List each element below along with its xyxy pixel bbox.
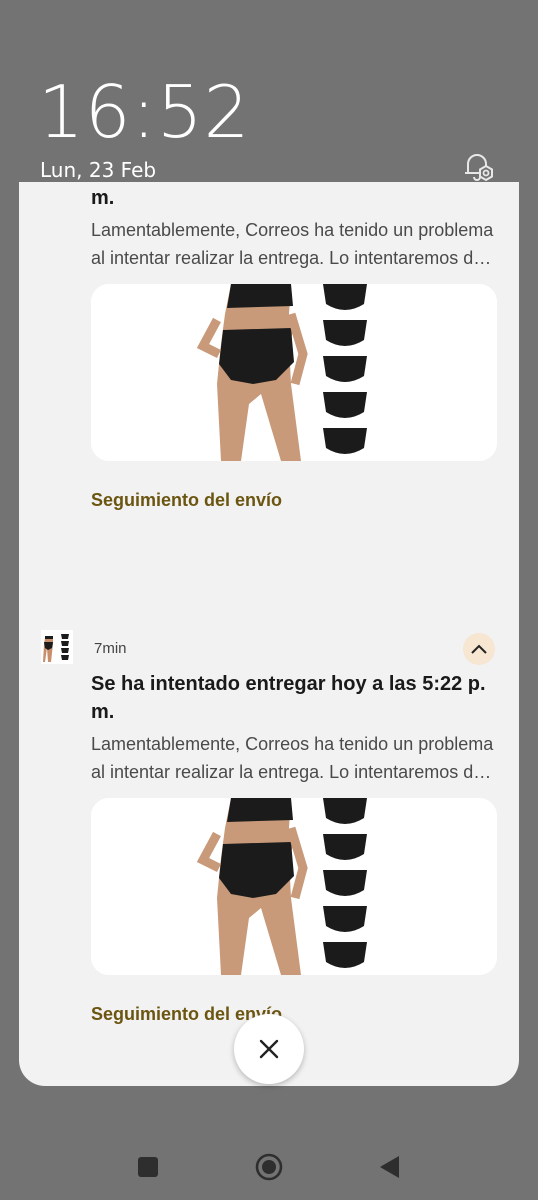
notification-title: Se ha intentado entregar hoy a las 5:22 … <box>91 187 115 209</box>
lockscreen-clock: 16:52 <box>38 70 251 154</box>
square-icon <box>138 1157 158 1177</box>
nav-recents-button[interactable] <box>137 1156 159 1183</box>
notification-body: Lamentablemente, Correos ha tenido un pr… <box>91 734 494 782</box>
triangle-left-icon <box>380 1156 399 1178</box>
close-icon <box>259 1039 279 1059</box>
lockscreen-date: Lun, 23 Feb <box>40 158 157 182</box>
nav-back-button[interactable] <box>377 1154 401 1185</box>
notification-settings-icon[interactable] <box>462 150 496 184</box>
notification-body: Lamentablemente, Correos ha tenido un pr… <box>91 220 494 268</box>
app-icon <box>41 630 73 664</box>
collapse-button[interactable] <box>463 633 495 665</box>
product-image <box>91 284 497 461</box>
chevron-up-icon <box>471 644 487 654</box>
notification-time: 7min <box>94 640 127 657</box>
nav-home-button[interactable] <box>254 1152 284 1187</box>
clear-notifications-button[interactable] <box>234 1014 304 1084</box>
product-image <box>91 798 497 975</box>
track-shipment-action[interactable]: Seguimiento del envío <box>91 490 282 511</box>
notification-title: Se ha intentado entregar hoy a las 5:22 … <box>91 673 486 723</box>
notification-panel: 6min Se ha intentado entregar hoy a las … <box>19 182 519 1086</box>
circle-icon <box>255 1153 283 1181</box>
